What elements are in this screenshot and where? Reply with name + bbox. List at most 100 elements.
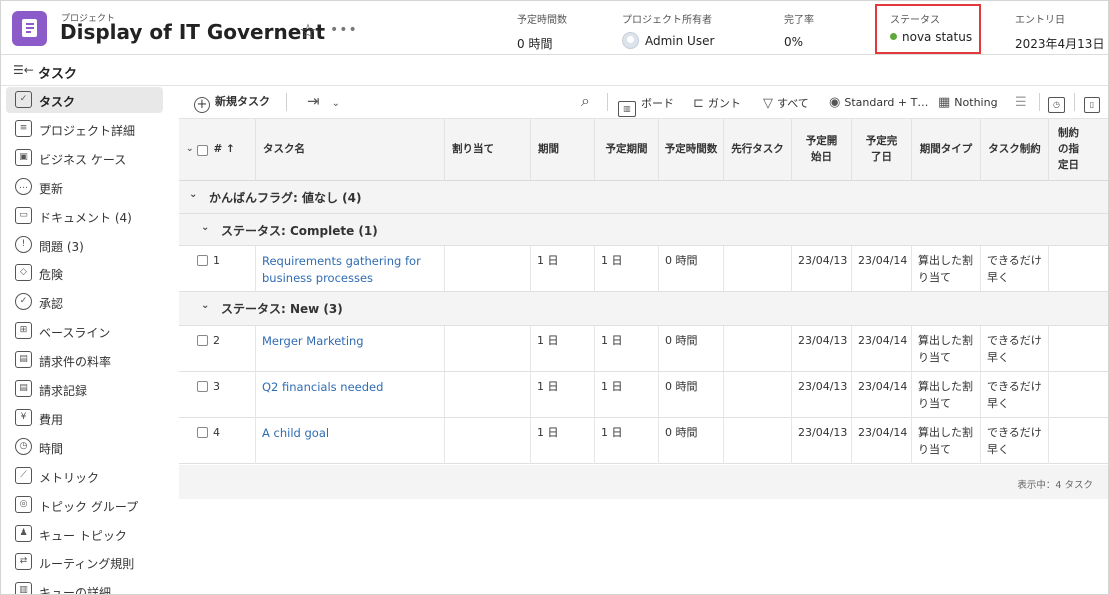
task-name-link[interactable]: Requirements gathering for business proc… xyxy=(255,246,444,292)
cell-planned-completion: 23/04/14 xyxy=(851,246,911,292)
empty-cell[interactable] xyxy=(723,418,791,464)
sidebar-item[interactable]: … 更新 xyxy=(6,174,163,200)
empty-cell[interactable] xyxy=(1048,246,1108,292)
group-status-new[interactable]: ⌄ ステータス: New (3) xyxy=(179,292,1108,326)
sidebar-item[interactable]: ▤ 請求記録 xyxy=(6,376,163,402)
baseline-icon: ⊞ xyxy=(15,322,32,340)
sidebar-item[interactable]: ✓ タスク xyxy=(6,87,163,113)
cell-task-constraint: できるだけ早く xyxy=(980,326,1048,372)
empty-cell[interactable] xyxy=(444,326,530,372)
timeline-button[interactable]: ◷ xyxy=(1048,93,1070,113)
empty-cell[interactable] xyxy=(723,326,791,372)
board-button[interactable]: ▥ ボード xyxy=(618,95,674,117)
sidebar-item[interactable]: ≡ プロジェクト詳細 xyxy=(6,116,163,142)
task-name-link[interactable]: Q2 financials needed xyxy=(255,372,444,418)
column-constraint-date[interactable]: 制約の指定日 xyxy=(1048,119,1088,181)
empty-cell[interactable] xyxy=(1048,418,1108,464)
empty-cell[interactable] xyxy=(723,246,791,292)
view-button[interactable]: ◉ Standard + T… xyxy=(829,95,928,110)
column-number[interactable]: ⌄ # ↑ xyxy=(179,119,255,181)
column-task-constraint[interactable]: タスク制約 xyxy=(980,119,1048,181)
column-planned-hours[interactable]: 予定時間数 xyxy=(658,119,723,181)
group-complete-label: ステータス: Complete (1) xyxy=(221,224,378,238)
sidebar-item[interactable]: ✓ 承認 xyxy=(6,289,163,315)
sidebar-item[interactable]: ⟋ メトリック xyxy=(6,463,163,489)
chevron-down-icon[interactable]: ⌄ xyxy=(186,143,194,157)
sidebar-item[interactable]: ! 問題 (3) xyxy=(6,232,163,258)
empty-cell[interactable] xyxy=(1048,326,1108,372)
list-icon: ☰ xyxy=(1015,95,1027,110)
sidebar-item[interactable]: ◇ 危険 xyxy=(6,260,163,286)
empty-cell[interactable] xyxy=(723,372,791,418)
sidebar-item[interactable]: ⇄ ルーティング規則 xyxy=(6,549,163,575)
sidebar-item[interactable]: ⊞ ベースライン xyxy=(6,318,163,344)
cell-planned-start: 23/04/13 xyxy=(791,246,851,292)
table-row[interactable]: 3 Q2 financials needed 1 日1 日0 時間 23/04/13 2… xyxy=(179,372,1108,418)
status-highlight-box[interactable]: ステータス nova status xyxy=(875,4,981,54)
sidebar-item[interactable]: ▣ ビジネス ケース xyxy=(6,145,163,171)
panel-toggle-button[interactable]: ▯ xyxy=(1084,93,1105,113)
column-duration-type[interactable]: 期間タイプ xyxy=(911,119,980,181)
list-settings-button[interactable]: ☰ xyxy=(1015,95,1031,110)
column-assigned[interactable]: 割り当て xyxy=(444,119,530,181)
gantt-icon: ⊏ xyxy=(693,96,704,111)
column-planned-start[interactable]: 予定開始日 xyxy=(791,119,851,181)
sidebar-item[interactable]: ▭ ドキュメント (4) xyxy=(6,203,163,229)
sidebar-item-label: ビジネス ケース xyxy=(39,152,127,167)
collapse-nav-icon[interactable]: ☰← xyxy=(13,63,34,77)
sidebar-item-label: トピック グループ xyxy=(39,499,139,514)
divider xyxy=(607,93,608,111)
favorite-star-icon[interactable]: ☆ xyxy=(299,21,317,41)
cell-task-constraint: できるだけ早く xyxy=(980,372,1048,418)
task-name-link[interactable]: A child goal xyxy=(255,418,444,464)
grouping-button[interactable]: ▦ Nothing xyxy=(938,95,998,110)
filter-button[interactable]: ▽ すべて xyxy=(763,95,809,111)
table-row[interactable]: 4A child goal 1 日1 日0 時間 23/04/13 23/04/14 算… xyxy=(179,418,1108,464)
empty-cell[interactable] xyxy=(444,418,530,464)
table-row[interactable]: 2 Merger Marketing 1 日1 日0 時間 23/04/13 23/04… xyxy=(179,326,1108,372)
sidebar-item[interactable]: ◷ 時間 xyxy=(6,434,163,460)
row-checkbox[interactable] xyxy=(197,381,208,392)
group-kanban[interactable]: ⌄ かんばんフラグ: 値なし (4) xyxy=(179,181,1108,214)
column-predecessors[interactable]: 先行タスク xyxy=(723,119,791,181)
task-name-link[interactable]: Merger Marketing xyxy=(255,326,444,372)
sidebar-item[interactable]: ▥ キューの詳細 xyxy=(6,578,163,594)
row-checkbox[interactable] xyxy=(197,427,208,438)
filter-label: すべて xyxy=(777,97,809,110)
cell-planned-duration: 1 日 xyxy=(594,246,658,292)
more-options-icon[interactable]: ••• xyxy=(330,22,358,38)
move-button[interactable]: ⇥ ⌄ xyxy=(307,92,344,110)
new-task-button[interactable]: + 新規タスク xyxy=(194,93,270,113)
gantt-button[interactable]: ⊏ ガント xyxy=(693,95,741,111)
empty-cell[interactable] xyxy=(1048,372,1108,418)
column-planned-completion[interactable]: 予定完了日 xyxy=(851,119,911,181)
empty-cell[interactable] xyxy=(444,372,530,418)
sidebar-item[interactable]: ▤ 請求件の料率 xyxy=(6,347,163,373)
column-planned-duration[interactable]: 予定期間 xyxy=(594,119,658,181)
planned-hours-label: 予定時間数 xyxy=(517,15,567,26)
owner-link[interactable]: Admin User xyxy=(622,32,714,49)
check-circle-icon: ✓ xyxy=(15,293,32,311)
sidebar-item[interactable]: ¥ 費用 xyxy=(6,405,163,431)
group-status-complete[interactable]: ⌄ ステータス: Complete (1) xyxy=(179,214,1108,246)
cell-planned-completion: 23/04/14 xyxy=(851,326,911,372)
money-icon: ¥ xyxy=(15,408,32,426)
board-icon: ▥ xyxy=(618,101,636,117)
row-checkbox[interactable] xyxy=(197,255,208,266)
table-row[interactable]: 1 Requirements gathering for business pro… xyxy=(179,246,1108,292)
left-sidebar: ✓ タスク ≡ プロジェクト詳細 ▣ ビジネス ケース … 更新 ▭ ドキュメント (4) ! 問題 … xyxy=(1,86,179,594)
avatar xyxy=(622,32,639,49)
empty-cell[interactable] xyxy=(444,246,530,292)
column-task-name[interactable]: タスク名 xyxy=(255,119,444,181)
new-task-label: 新規タスク xyxy=(215,95,270,108)
chevron-down-icon: ⌄ xyxy=(201,300,210,311)
row-checkbox[interactable] xyxy=(197,335,208,346)
search-button[interactable]: ⌕ xyxy=(581,91,594,111)
column-duration[interactable]: 期間 xyxy=(530,119,594,181)
plus-circle-icon: + xyxy=(194,97,210,113)
select-all-checkbox[interactable] xyxy=(196,144,208,156)
filter-icon: ▽ xyxy=(763,96,773,111)
sidebar-item-label: 請求記録 xyxy=(39,384,88,398)
sidebar-item[interactable]: ◎ トピック グループ xyxy=(6,492,163,518)
sidebar-item[interactable]: ♟ キュー トピック xyxy=(6,521,163,547)
